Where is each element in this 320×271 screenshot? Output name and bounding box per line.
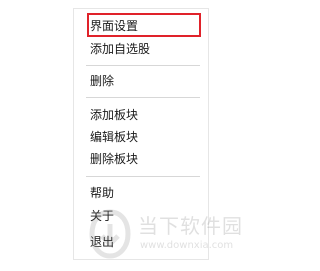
menu-item-delete[interactable]: 删除 bbox=[90, 70, 202, 92]
menu-item-delete-sector[interactable]: 删除板块 bbox=[90, 148, 202, 170]
menu-item-exit[interactable]: 退出 bbox=[90, 231, 202, 253]
menu-item-help[interactable]: 帮助 bbox=[90, 182, 202, 204]
menu-item-interface-settings[interactable]: 界面设置 bbox=[90, 15, 202, 37]
menu-item-add-sector[interactable]: 添加板块 bbox=[90, 104, 202, 126]
menu-separator bbox=[86, 176, 200, 177]
menu-item-edit-sector[interactable]: 编辑板块 bbox=[90, 126, 202, 148]
menu-separator bbox=[86, 65, 200, 66]
menu-item-about[interactable]: 关于 bbox=[90, 205, 202, 227]
menu-item-add-watchlist[interactable]: 添加自选股 bbox=[90, 38, 202, 60]
menu-separator bbox=[86, 97, 200, 98]
context-menu: 界面设置 添加自选股 删除 添加板块 编辑板块 删除板块 帮助 关于 退出 bbox=[73, 8, 209, 260]
